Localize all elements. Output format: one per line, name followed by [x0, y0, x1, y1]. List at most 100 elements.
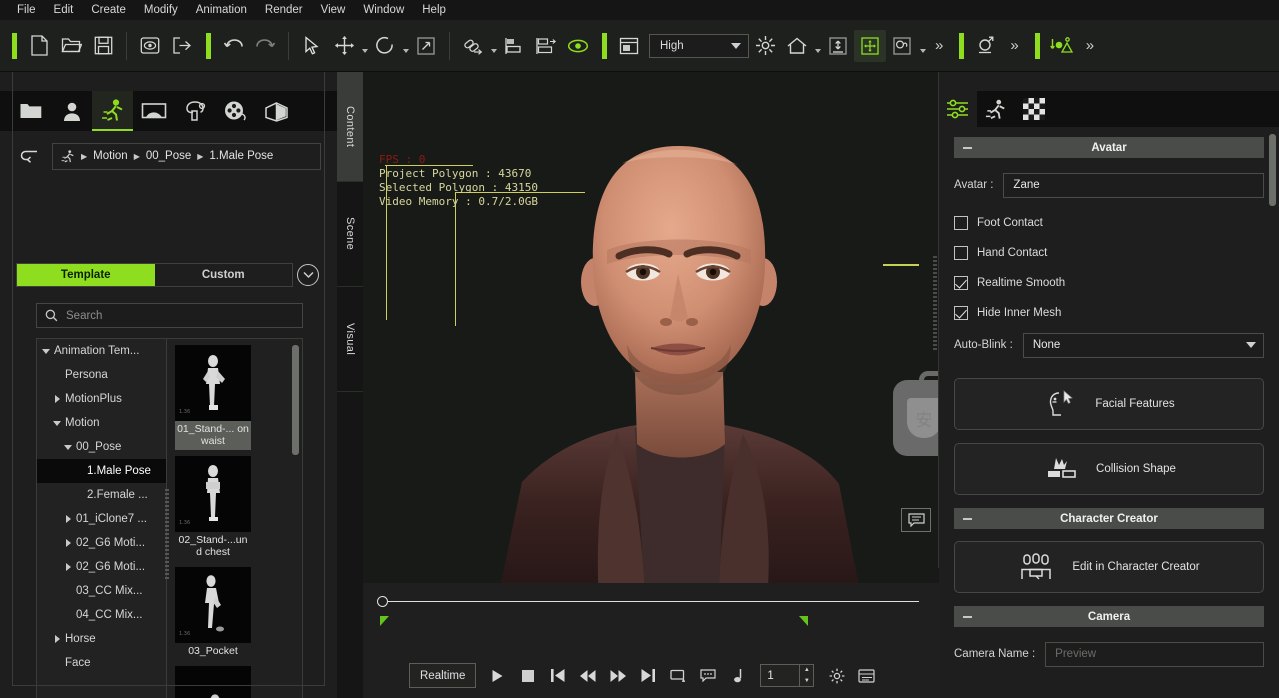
render-quality-select[interactable]: High [649, 33, 749, 58]
tab-template[interactable]: Template [17, 264, 155, 286]
undo-icon[interactable] [217, 30, 249, 62]
realtime-mode-button[interactable]: Realtime [409, 663, 477, 688]
tree-node[interactable]: Motion [37, 411, 166, 435]
new-project-icon[interactable] [23, 30, 55, 62]
breadcrumb-item-motion[interactable]: Motion [93, 150, 128, 162]
stop-button[interactable] [514, 662, 541, 689]
checkbox-box[interactable] [954, 246, 968, 260]
list-item[interactable]: 1.36 02_Stand-...und chest [175, 456, 251, 561]
rewind-button[interactable] [574, 662, 601, 689]
toolbar-overflow-chevron-2[interactable]: » [1002, 38, 1026, 53]
loop-button[interactable] [664, 662, 691, 689]
ground-icon[interactable] [822, 30, 854, 62]
section-header-avatar[interactable]: Avatar [954, 137, 1264, 158]
toolbar-overflow-chevron-1[interactable]: » [927, 38, 951, 53]
chevron-right-icon[interactable] [52, 635, 62, 643]
spring-icon[interactable] [970, 30, 1002, 62]
chevron-right-icon[interactable] [63, 539, 73, 547]
stepper-down-icon[interactable]: ▼ [800, 676, 813, 687]
content-tab-stage[interactable] [133, 91, 174, 131]
export-icon[interactable] [166, 30, 198, 62]
play-button[interactable] [484, 662, 511, 689]
tab-attribute[interactable] [939, 91, 977, 127]
eye-visibility-icon[interactable] [562, 30, 594, 62]
sidebar-item-content[interactable]: Content [337, 72, 363, 182]
tab-material[interactable] [1015, 91, 1053, 127]
physics-icon[interactable] [886, 30, 918, 62]
list-item[interactable]: 1.36 03_Pocket [175, 567, 251, 660]
tree-node[interactable]: Horse [37, 627, 166, 651]
facial-features-button[interactable]: Facial Features [954, 378, 1264, 430]
content-tab-media[interactable] [215, 91, 256, 131]
modify-panel-scrollbar[interactable] [1269, 134, 1276, 206]
chevron-right-icon[interactable] [63, 563, 73, 571]
save-project-icon[interactable] [87, 30, 119, 62]
link-tool-icon[interactable] [457, 30, 489, 62]
open-project-icon[interactable] [55, 30, 87, 62]
timeline-playhead[interactable] [377, 596, 388, 607]
tree-node[interactable]: 04_CC Mix... [37, 603, 166, 627]
tree-node[interactable]: 1.Male Pose [37, 459, 166, 483]
frame-stepper[interactable]: ▲ ▼ [799, 665, 813, 686]
prev-frame-button[interactable] [544, 662, 571, 689]
tree-node[interactable]: MotionPlus [37, 387, 166, 411]
content-search-box[interactable] [36, 303, 303, 328]
stepper-up-icon[interactable]: ▲ [800, 665, 813, 676]
timeline-icon[interactable] [853, 662, 880, 689]
checkbox-hide-inner-mesh[interactable]: Hide Inner Mesh [954, 298, 1264, 328]
menu-item-window[interactable]: Window [354, 2, 413, 19]
current-frame-field[interactable]: 1 ▲ ▼ [760, 664, 815, 687]
breadcrumb-item-00-pose[interactable]: 00_Pose [146, 150, 191, 162]
rotate-tool-dropdown-chevron-down-icon[interactable] [401, 30, 410, 62]
tab-animation[interactable] [977, 91, 1015, 127]
toolbar-overflow-chevron-3[interactable]: » [1078, 38, 1102, 53]
rotate-tool-icon[interactable] [369, 30, 401, 62]
timeline-range-start-marker[interactable] [380, 616, 389, 626]
chevron-down-icon[interactable] [41, 348, 51, 354]
sidebar-item-visual[interactable]: Visual [337, 287, 363, 392]
layout-window-icon[interactable] [613, 30, 645, 62]
tree-node[interactable]: 2.Female ... [37, 483, 166, 507]
next-frame-button[interactable] [634, 662, 661, 689]
camera-name-field[interactable]: Preview [1045, 641, 1264, 667]
tree-node[interactable]: 00_Pose [37, 435, 166, 459]
content-tab-prop[interactable] [174, 91, 215, 131]
motion-capture-icon[interactable] [1046, 30, 1078, 62]
menu-item-animation[interactable]: Animation [187, 2, 256, 19]
light-icon[interactable] [749, 30, 781, 62]
tree-node[interactable]: Persona [37, 363, 166, 387]
collision-shape-button[interactable]: Collision Shape [954, 443, 1264, 495]
tree-node[interactable]: Animation Tem... [37, 339, 166, 363]
transform-gizmo-icon[interactable] [854, 29, 886, 62]
checkbox-box[interactable] [954, 306, 968, 320]
content-tab-project[interactable] [10, 91, 51, 131]
chevron-right-icon[interactable] [63, 515, 73, 523]
checkbox-foot-contact[interactable]: Foot Contact [954, 208, 1264, 238]
sidebar-item-scene[interactable]: Scene [337, 182, 363, 287]
tree-node[interactable]: Face [37, 651, 166, 675]
list-item[interactable] [175, 666, 251, 698]
chevron-down-icon[interactable] [52, 420, 62, 426]
content-thumbnail-grid[interactable]: 1.36 01_Stand-... on waist 1.36 02_Stand… [167, 339, 302, 698]
tree-node[interactable]: 02_G6 Moti... [37, 531, 166, 555]
align-icon[interactable] [498, 30, 530, 62]
breadcrumb[interactable]: ▶ Motion ▶ 00_Pose ▶ 1.Male Pose [52, 142, 321, 170]
chevron-down-icon[interactable] [63, 444, 73, 450]
chevron-right-icon[interactable] [52, 395, 62, 403]
checkbox-realtime-smooth[interactable]: Realtime Smooth [954, 268, 1264, 298]
content-options-chevron-down-icon[interactable] [297, 264, 319, 286]
physics-dropdown-chevron-down-icon[interactable] [918, 30, 927, 62]
content-tab-actor[interactable] [51, 91, 92, 131]
section-header-camera[interactable]: Camera [954, 606, 1264, 627]
menu-item-edit[interactable]: Edit [45, 2, 83, 19]
tree-node[interactable]: 01_iClone7 ... [37, 507, 166, 531]
select-tool-icon[interactable] [296, 30, 328, 62]
content-tab-package[interactable] [256, 91, 297, 131]
menu-item-create[interactable]: Create [82, 2, 135, 19]
checkbox-box[interactable] [954, 276, 968, 290]
menu-item-modify[interactable]: Modify [135, 2, 187, 19]
menu-item-render[interactable]: Render [256, 2, 312, 19]
audio-note-button[interactable] [724, 662, 751, 689]
comment-icon[interactable] [901, 508, 931, 532]
scale-tool-icon[interactable] [410, 30, 442, 62]
